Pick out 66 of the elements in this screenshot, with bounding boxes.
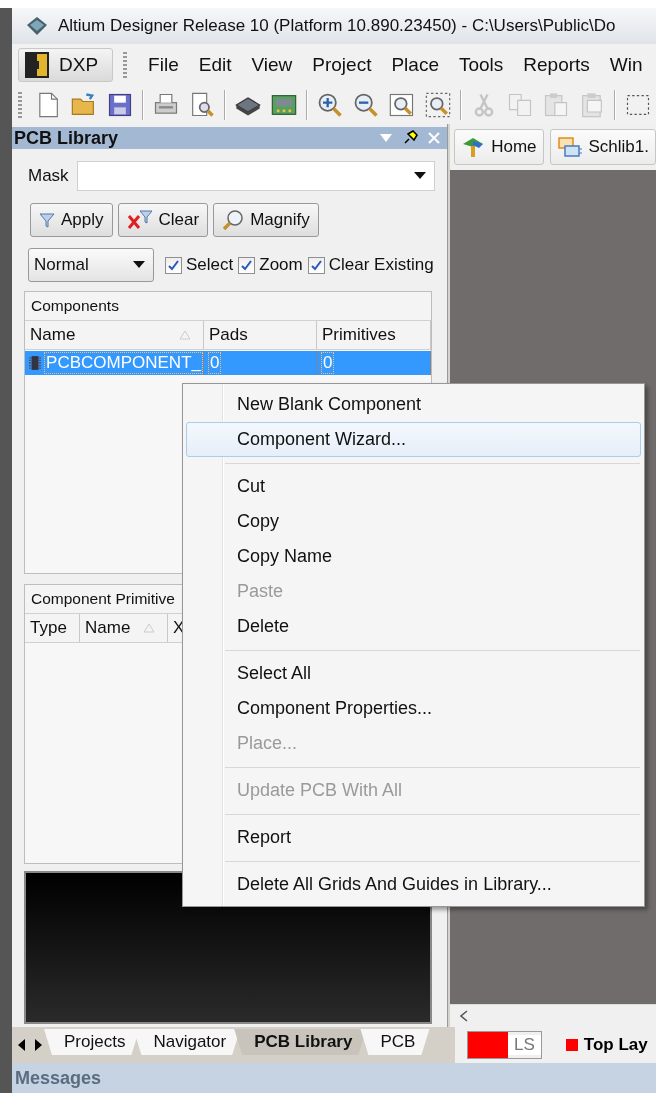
messages-panel-title: Messages	[12, 1063, 656, 1093]
filter-button[interactable]: Clear	[117, 203, 209, 237]
zoom-in-icon[interactable]	[316, 91, 344, 119]
context-menu-item[interactable]: Copy Name	[186, 539, 641, 574]
dxp-logo-icon	[25, 52, 49, 78]
magnifier-icon	[222, 209, 245, 231]
panel-title: PCB Library	[14, 127, 120, 149]
checkbox-label[interactable]: Clear Existing	[328, 255, 434, 275]
filter-button[interactable]: Magnify	[213, 203, 319, 237]
group-title: Components	[25, 292, 431, 321]
context-menu-item[interactable]: Copy	[186, 504, 641, 539]
chip-icon	[29, 354, 42, 372]
column-header[interactable]: Name	[25, 321, 204, 349]
checkbox[interactable]	[238, 256, 256, 274]
funnel-icon	[39, 212, 55, 228]
menu-item[interactable]: Win	[600, 54, 654, 76]
menu-item[interactable]: Tools	[449, 54, 515, 76]
window-title: Altium Designer Release 10 (Platform 10.890.23450) - C:\Users\Public\Do	[58, 16, 616, 36]
context-menu-item[interactable]: Component Properties...	[186, 691, 641, 726]
column-header[interactable]: Primitives	[317, 321, 431, 349]
app-logo-icon	[26, 16, 48, 36]
table-cell: 0	[321, 352, 335, 374]
context-menu-item[interactable]: Cut	[186, 469, 641, 504]
menu-item[interactable]: Place	[382, 54, 450, 76]
checkbox-label[interactable]: Select	[186, 255, 234, 275]
document-tab[interactable]: Schlib1.	[549, 129, 656, 165]
column-header[interactable]: Name	[80, 614, 168, 642]
scroll-left-icon[interactable]	[18, 1039, 26, 1051]
context-menu-item[interactable]: New Blank Component	[186, 387, 641, 422]
column-header[interactable]: Pads	[204, 321, 317, 349]
menu-item[interactable]: Reports	[514, 54, 601, 76]
table-cell: PCBCOMPONENT_	[44, 352, 203, 374]
context-menu-item[interactable]: Report	[186, 820, 641, 855]
sort-arrow-icon	[143, 623, 155, 633]
menu-item[interactable]: Edit	[189, 54, 243, 76]
dropdown-arrow-icon	[133, 261, 145, 269]
column-header[interactable]: Type	[25, 614, 80, 642]
scroll-right-icon[interactable]	[34, 1039, 42, 1051]
table-cell: 0	[208, 352, 222, 374]
layer-tab[interactable]: Top Lay	[555, 1034, 654, 1056]
panel-tab[interactable]: PCB	[360, 1029, 430, 1055]
dropdown-arrow-icon	[414, 172, 427, 180]
menu-item[interactable]: File	[139, 54, 190, 76]
zoom-fit-icon[interactable]	[388, 91, 416, 119]
schematic-symbol-icon	[556, 135, 583, 159]
layer-set-button[interactable]: LS	[467, 1031, 542, 1059]
document-tab[interactable]: Home	[454, 129, 544, 165]
context-menu-item[interactable]: Delete All Grids And Guides in Library...	[186, 867, 641, 902]
mask-field[interactable]	[76, 161, 436, 191]
dxp-menu-button[interactable]: DXP	[18, 48, 114, 82]
checkbox[interactable]	[165, 256, 182, 274]
scroll-left-icon[interactable]	[460, 1010, 469, 1022]
field-label: Mask	[28, 166, 69, 186]
mode-dropdown[interactable]: Normal	[28, 248, 154, 282]
sort-arrow-icon	[179, 330, 191, 340]
menu-item[interactable]: Project	[303, 54, 383, 76]
clear-filter-icon	[126, 210, 153, 230]
context-menu-item[interactable]: Select All	[186, 656, 641, 691]
checkbox-label[interactable]: Zoom	[259, 255, 303, 275]
zoom-area-icon[interactable]	[424, 91, 452, 119]
filter-button[interactable]: Apply	[30, 203, 113, 237]
zoom-out-icon[interactable]	[352, 91, 380, 119]
home-icon	[461, 136, 486, 158]
menu-item[interactable]: View	[242, 54, 304, 76]
checkbox[interactable]	[307, 256, 325, 274]
context-menu-item[interactable]: Component Wizard...	[186, 422, 641, 457]
